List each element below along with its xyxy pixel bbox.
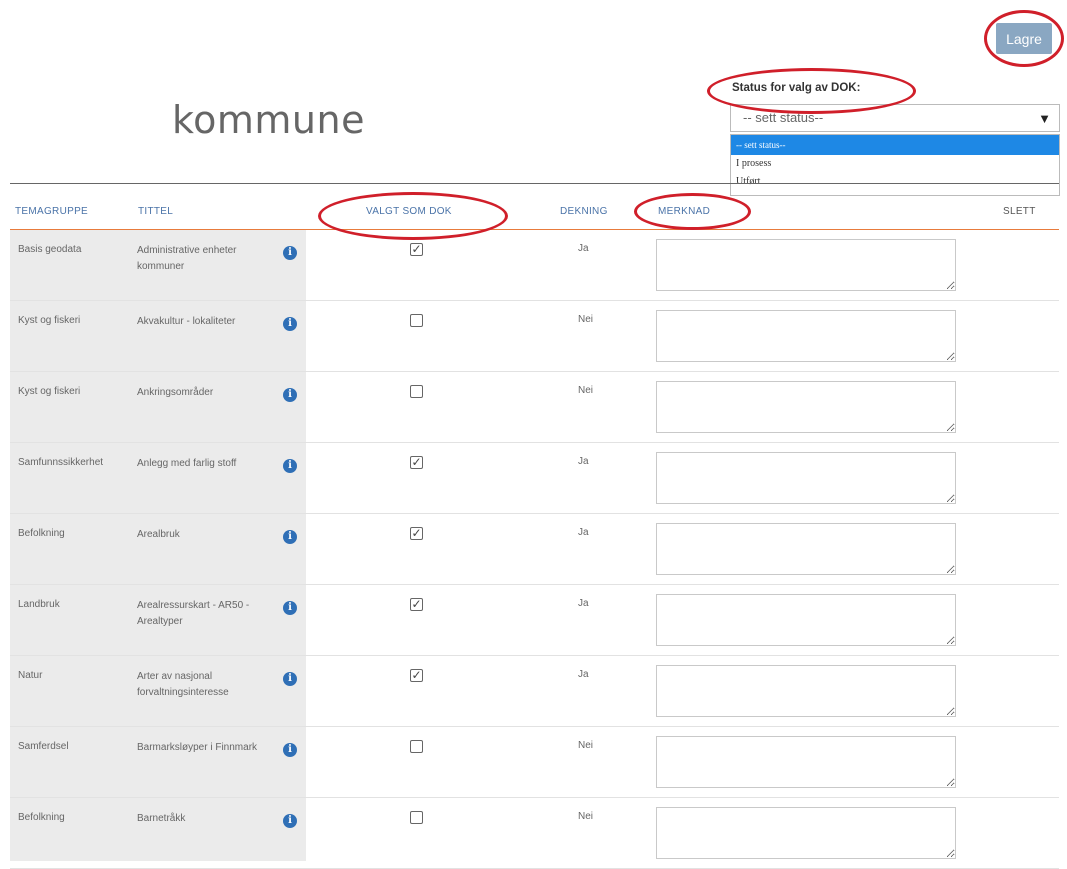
merknad-textarea[interactable]	[656, 665, 956, 717]
cell-tittel: Arter av nasjonal forvaltningsinteresse	[137, 671, 229, 698]
info-icon[interactable]: i	[283, 814, 297, 828]
table-row: Samferdsel Barmarksløyper i Finnmark i N…	[10, 727, 1059, 798]
table-row: Befolkning Arealbruk i ✓ Ja	[10, 514, 1059, 585]
section-divider	[10, 183, 1059, 184]
status-select-value: -- sett status--	[743, 110, 824, 125]
info-icon[interactable]: i	[283, 246, 297, 260]
status-option-sett-status[interactable]: -- sett status--	[731, 135, 1059, 155]
cell-tittel: Barmarksløyper i Finnmark	[137, 742, 258, 753]
cell-tittel: Akvakultur - lokaliteter	[137, 316, 236, 327]
cell-dekning: Nei	[578, 740, 594, 751]
cell-temagruppe: Befolkning	[18, 528, 65, 539]
status-dropdown-list: -- sett status-- I prosess Utført	[730, 134, 1060, 196]
cell-dekning: Ja	[578, 527, 589, 538]
info-icon[interactable]: i	[283, 388, 297, 402]
page-title: kommune	[172, 98, 365, 142]
info-icon[interactable]: i	[283, 530, 297, 544]
valgt-checkbox[interactable]: ✓	[410, 243, 423, 256]
info-icon[interactable]: i	[283, 459, 297, 473]
table-row: Befolkning Barnetråkk i Nei	[10, 798, 1059, 869]
header-valgt-som-dok[interactable]: VALGT SOM DOK	[366, 206, 452, 217]
info-icon[interactable]: i	[283, 743, 297, 757]
cell-dekning: Nei	[578, 811, 594, 822]
cell-tittel: Anlegg med farlig stoff	[137, 458, 237, 469]
cell-temagruppe: Befolkning	[18, 812, 65, 823]
valgt-checkbox[interactable]	[410, 740, 423, 753]
cell-tittel: Arealbruk	[137, 529, 180, 540]
save-button[interactable]: Lagre	[996, 23, 1052, 54]
valgt-checkbox[interactable]: ✓	[410, 456, 423, 469]
cell-temagruppe: Samfunnssikkerhet	[18, 457, 104, 468]
table-row: Kyst og fiskeri Ankringsområder i Nei	[10, 372, 1059, 443]
info-icon[interactable]: i	[283, 317, 297, 331]
header-slett[interactable]: SLETT	[1003, 206, 1036, 217]
valgt-checkbox[interactable]: ✓	[410, 598, 423, 611]
status-option-i-prosess[interactable]: I prosess	[731, 155, 1059, 173]
header-temagruppe[interactable]: TEMAGRUPPE	[15, 206, 88, 217]
cell-tittel: Arealressurskart - AR50 - Arealtyper	[137, 600, 250, 627]
caret-down-icon: ▼	[1038, 111, 1051, 126]
cell-temagruppe: Basis geodata	[18, 244, 82, 255]
header-merknad[interactable]: MERKNAD	[658, 206, 710, 217]
cell-dekning: Nei	[578, 314, 594, 325]
table-header: TEMAGRUPPE TITTEL VALGT SOM DOK DEKNING …	[0, 206, 1067, 224]
cell-dekning: Ja	[578, 243, 589, 254]
header-tittel[interactable]: TITTEL	[138, 206, 173, 217]
cell-tittel: Administrative enheter kommuner	[137, 245, 237, 272]
cell-temagruppe: Kyst og fiskeri	[18, 315, 81, 326]
merknad-textarea[interactable]	[656, 239, 956, 291]
valgt-checkbox[interactable]: ✓	[410, 669, 423, 682]
merknad-textarea[interactable]	[656, 310, 956, 362]
valgt-checkbox[interactable]	[410, 811, 423, 824]
header-dekning[interactable]: DEKNING	[560, 206, 608, 217]
merknad-textarea[interactable]	[656, 452, 956, 504]
status-label: Status for valg av DOK:	[732, 82, 861, 94]
valgt-checkbox[interactable]: ✓	[410, 527, 423, 540]
merknad-textarea[interactable]	[656, 807, 956, 859]
table-row: Landbruk Arealressurskart - AR50 - Areal…	[10, 585, 1059, 656]
cell-temagruppe: Kyst og fiskeri	[18, 386, 81, 397]
status-select[interactable]: -- sett status-- ▼	[730, 104, 1060, 132]
table-row: Natur Arter av nasjonal forvaltningsinte…	[10, 656, 1059, 727]
cell-dekning: Nei	[578, 385, 594, 396]
info-icon[interactable]: i	[283, 601, 297, 615]
valgt-checkbox[interactable]	[410, 314, 423, 327]
status-option-utfort[interactable]: Utført	[731, 173, 1059, 191]
table-row: Samfunnssikkerhet Anlegg med farlig stof…	[10, 443, 1059, 514]
cell-dekning: Ja	[578, 456, 589, 467]
cell-tittel: Barnetråkk	[137, 813, 186, 824]
info-icon[interactable]: i	[283, 672, 297, 686]
merknad-textarea[interactable]	[656, 594, 956, 646]
cell-dekning: Ja	[578, 598, 589, 609]
cell-temagruppe: Landbruk	[18, 599, 60, 610]
merknad-textarea[interactable]	[656, 381, 956, 433]
merknad-textarea[interactable]	[656, 523, 956, 575]
cell-dekning: Ja	[578, 669, 589, 680]
cell-temagruppe: Samferdsel	[18, 741, 69, 752]
cell-temagruppe: Natur	[18, 670, 43, 681]
valgt-checkbox[interactable]	[410, 385, 423, 398]
cell-tittel: Ankringsområder	[137, 387, 214, 398]
table-row: Kyst og fiskeri Akvakultur - lokaliteter…	[10, 301, 1059, 372]
table-row: Basis geodata Administrative enheter kom…	[10, 230, 1059, 301]
merknad-textarea[interactable]	[656, 736, 956, 788]
